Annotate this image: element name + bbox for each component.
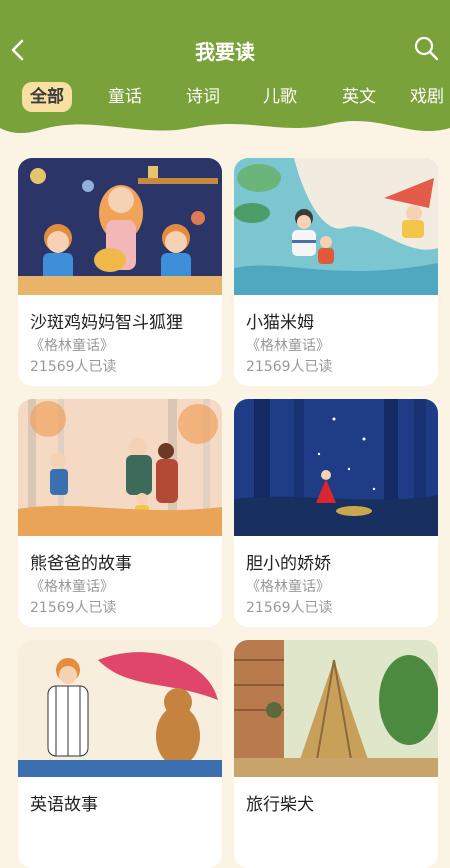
book-card[interactable]: 熊爸爸的故事 《格林童话》 21569人已读 bbox=[18, 399, 222, 627]
book-title: 小猫米姆 bbox=[246, 313, 314, 333]
book-series: 《格林童话》 bbox=[246, 579, 330, 595]
book-cover-image bbox=[18, 640, 222, 777]
book-cover-image bbox=[18, 158, 222, 295]
book-card[interactable]: 沙斑鸡妈妈智斗狐狸 《格林童话》 21569人已读 bbox=[18, 158, 222, 386]
book-title: 旅行柴犬 bbox=[246, 795, 314, 815]
book-title: 胆小的娇娇 bbox=[246, 554, 331, 574]
book-cover-image bbox=[18, 399, 222, 536]
book-read-count: 21569人已读 bbox=[246, 600, 333, 616]
book-cover-image bbox=[234, 399, 438, 536]
book-series: 《格林童话》 bbox=[30, 338, 114, 354]
book-grid: 沙斑鸡妈妈智斗狐狸 《格林童话》 21569人已读 小猫米姆 《格林童话》 21… bbox=[0, 0, 450, 868]
book-card[interactable]: 小猫米姆 《格林童话》 21569人已读 bbox=[234, 158, 438, 386]
book-card[interactable]: 旅行柴犬 bbox=[234, 640, 438, 868]
book-card[interactable]: 英语故事 bbox=[18, 640, 222, 868]
book-series: 《格林童话》 bbox=[30, 579, 114, 595]
book-title: 沙斑鸡妈妈智斗狐狸 bbox=[30, 313, 183, 333]
book-title: 熊爸爸的故事 bbox=[30, 554, 132, 574]
book-cover-image bbox=[234, 158, 438, 295]
book-card[interactable]: 胆小的娇娇 《格林童话》 21569人已读 bbox=[234, 399, 438, 627]
book-read-count: 21569人已读 bbox=[30, 359, 117, 375]
book-read-count: 21569人已读 bbox=[30, 600, 117, 616]
book-series: 《格林童话》 bbox=[246, 338, 330, 354]
book-title: 英语故事 bbox=[30, 795, 98, 815]
book-cover-image bbox=[234, 640, 438, 777]
book-read-count: 21569人已读 bbox=[246, 359, 333, 375]
